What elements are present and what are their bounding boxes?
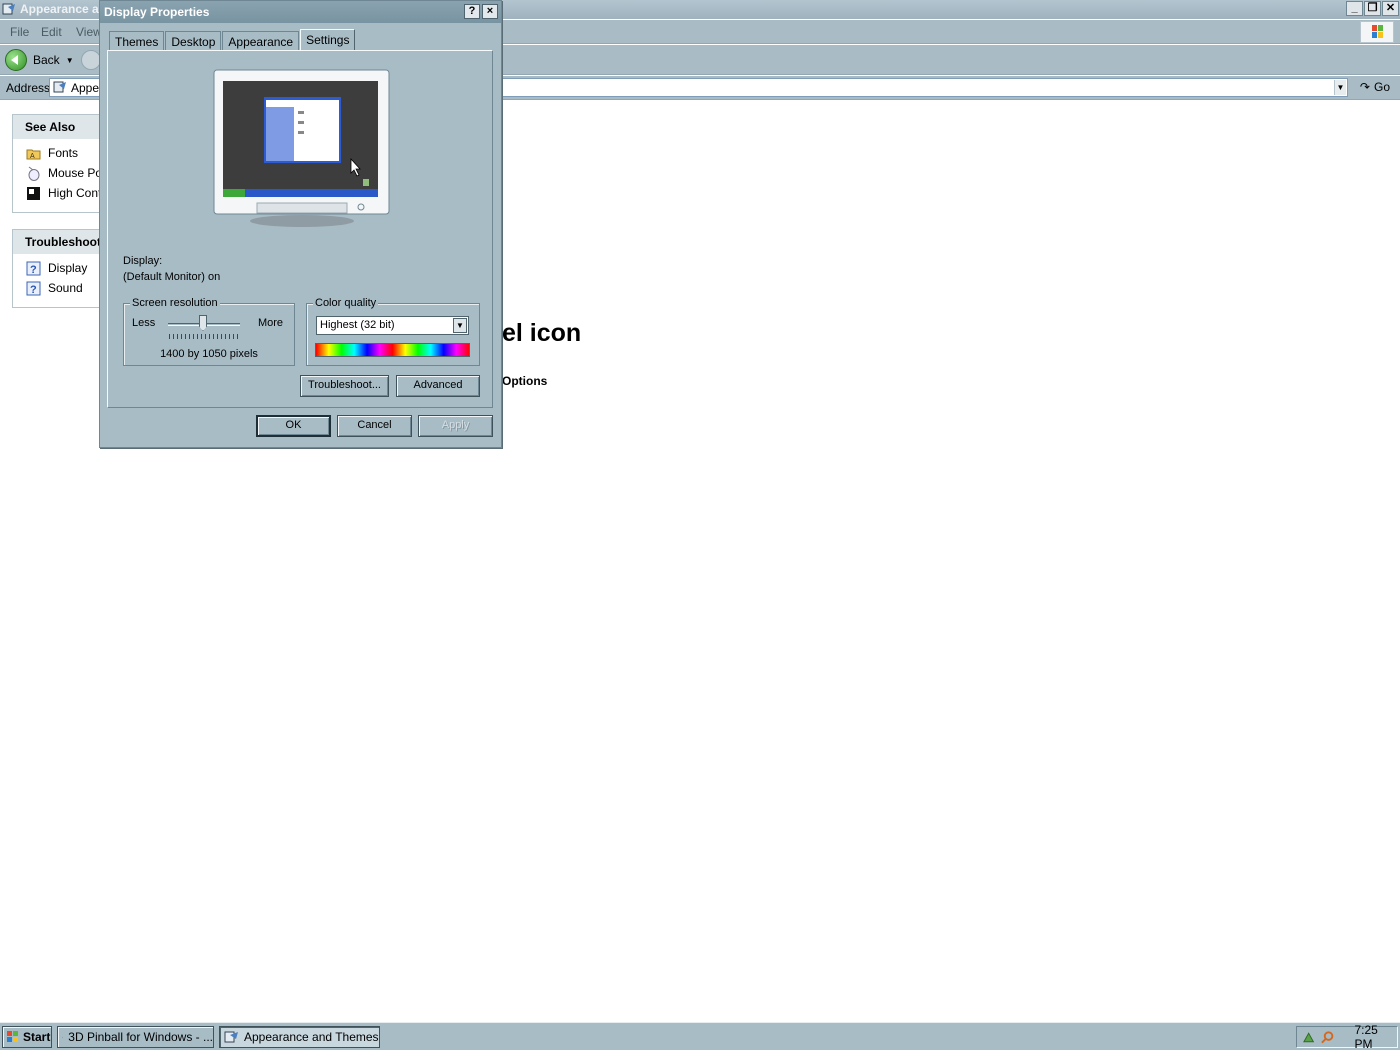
tab-strip: Themes Desktop Appearance Settings [109,29,356,51]
apply-button[interactable]: Apply [418,415,493,437]
see-also-high-contrast[interactable]: High Contr [13,183,101,203]
menu-view[interactable]: View [76,25,102,39]
tab-desktop[interactable]: Desktop [165,31,221,51]
see-also-title: See Also [13,115,101,139]
troubleshoot-display[interactable]: ? Display [13,258,101,278]
address-label: Address [6,81,50,95]
windows-logo-icon [6,1030,20,1044]
dialog-titlebar[interactable]: Display Properties ? × [100,1,501,23]
troubleshoot-button[interactable]: Troubleshoot... [300,375,389,397]
resolution-slider-thumb[interactable] [199,315,207,331]
search-icon[interactable] [1320,1030,1334,1045]
svg-text:?: ? [30,264,37,276]
options-link[interactable]: Options [502,374,547,388]
control-panel-icon [224,1030,239,1045]
dialog-title: Display Properties [104,5,209,19]
mouse-icon [26,166,41,181]
close-button[interactable]: ✕ [1382,1,1399,16]
help-button[interactable]: ? [464,4,480,19]
color-quality-select[interactable]: Highest (32 bit) ▼ [316,316,469,335]
troubleshooter-label: Display [48,261,87,275]
see-also-label: Mouse Poi [48,166,101,180]
see-also-fonts[interactable]: A Fonts [13,143,101,163]
taskbar-item-pinball[interactable]: 3D Pinball for Windows - ... [57,1026,214,1048]
back-label: Back [33,53,60,67]
troubleshooters-pane: Troubleshoot ? Display ? Sound [12,229,102,308]
monitor-preview-icon [213,69,391,229]
start-button[interactable]: Start [2,1026,52,1048]
taskbar-item-label: 3D Pinball for Windows - ... [68,1030,213,1044]
minimize-button[interactable]: _ [1346,1,1363,16]
explorer-title: Appearance a [20,2,99,16]
screen-resolution-title: Screen resolution [130,297,220,309]
color-quality-title: Color quality [313,297,378,309]
restore-button[interactable]: ❐ [1364,1,1381,16]
address-value: Appe [71,81,99,95]
advanced-button[interactable]: Advanced [396,375,480,397]
chevron-down-icon[interactable]: ▼ [66,56,74,65]
control-panel-icon [2,2,16,16]
control-panel-icon [53,81,67,94]
troubleshooters-title: Troubleshoot [13,230,101,254]
back-button[interactable]: Back ▼ [5,49,74,71]
cancel-button[interactable]: Cancel [337,415,412,437]
chevron-down-icon[interactable]: ▼ [453,318,467,333]
back-arrow-icon [5,49,27,71]
see-also-pane: See Also A Fonts Mouse Poi High Contr [12,114,102,213]
system-tray: 7:25 PM [1296,1026,1398,1048]
tab-settings[interactable]: Settings [300,29,355,51]
network-icon[interactable] [1302,1030,1316,1045]
windows-logo-icon [1360,21,1394,43]
color-quality-value: Highest (32 bit) [320,319,395,331]
start-label: Start [23,1030,50,1044]
more-label: More [258,317,283,329]
go-label: Go [1374,80,1390,94]
taskbar-item-label: Appearance and Themes [244,1030,379,1044]
troubleshooter-label: Sound [48,281,83,295]
taskbar-item-appearance[interactable]: Appearance and Themes [219,1026,380,1048]
high-contrast-icon [26,186,41,201]
ok-button[interactable]: OK [256,415,331,437]
slider-ticks [169,334,239,339]
address-dropdown-button[interactable]: ▼ [1334,80,1346,95]
go-arrow-icon: ↷ [1360,80,1370,94]
clock: 7:25 PM [1355,1023,1397,1051]
help-icon: ? [26,261,41,276]
close-button[interactable]: × [482,4,498,19]
help-icon: ? [26,281,41,296]
see-also-mouse-pointers[interactable]: Mouse Poi [13,163,101,183]
display-properties-dialog: Display Properties ? × Themes Desktop Ap… [99,0,502,448]
see-also-label: Fonts [48,146,78,160]
taskbar: Start 3D Pinball for Windows - ... Appea… [0,1022,1400,1050]
menu-edit[interactable]: Edit [41,25,62,39]
screen-resolution-group: Screen resolution Less More 1400 by 1050… [123,303,295,366]
fonts-folder-icon: A [26,146,41,161]
forward-button[interactable] [81,50,101,70]
less-label: Less [132,317,155,329]
display-label: Display: [123,255,162,267]
display-value: (Default Monitor) on [123,271,220,283]
pinball-icon [62,1030,63,1045]
menu-file[interactable]: File [10,25,29,39]
color-spectrum-bar [315,343,470,357]
troubleshoot-sound[interactable]: ? Sound [13,278,101,298]
settings-panel: Display: (Default Monitor) on Screen res… [107,50,493,408]
tab-themes[interactable]: Themes [109,31,164,51]
go-button[interactable]: ↷ Go [1360,80,1390,94]
svg-text:?: ? [30,284,37,296]
resolution-value: 1400 by 1050 pixels [124,348,294,360]
tab-appearance[interactable]: Appearance [222,31,299,51]
see-also-label: High Contr [48,186,101,200]
color-quality-group: Color quality Highest (32 bit) ▼ [306,303,480,366]
page-heading: el icon [502,319,581,348]
svg-text:A: A [30,153,35,160]
